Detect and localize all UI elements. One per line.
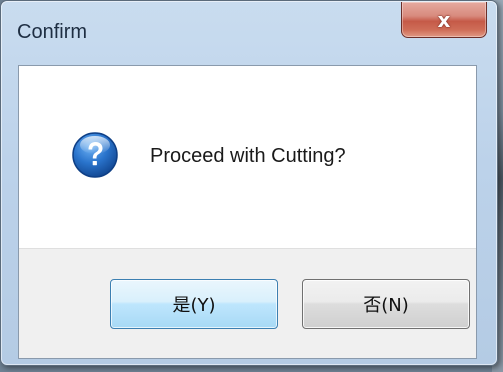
message-text: Proceed with Cutting? <box>150 145 346 167</box>
dialog-body: Proceed with Cutting? 是(Y) 否(N) <box>18 65 477 359</box>
button-bar: 是(Y) 否(N) <box>19 248 476 358</box>
close-icon: x <box>437 7 451 32</box>
question-icon <box>71 131 119 179</box>
no-button[interactable]: 否(N) <box>302 279 470 329</box>
close-button[interactable]: x <box>401 2 487 38</box>
yes-button[interactable]: 是(Y) <box>110 279 278 329</box>
title-bar[interactable]: Confirm x <box>1 1 497 65</box>
message-area: Proceed with Cutting? <box>19 66 476 248</box>
dialog-title: Confirm <box>17 21 88 43</box>
confirm-dialog: Confirm x Proceed with Cutting? 是(Y) 否(N… <box>0 0 498 366</box>
